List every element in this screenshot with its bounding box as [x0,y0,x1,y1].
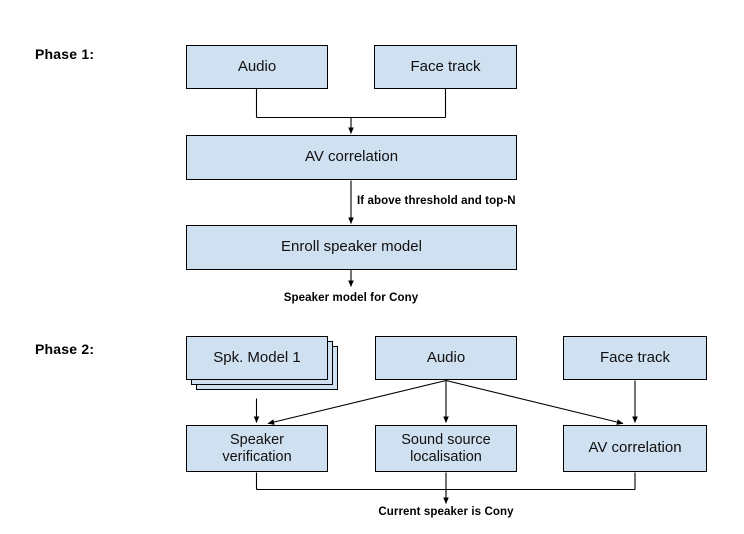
edge-label-threshold: If above threshold and top-N [357,195,516,207]
phase-2-label: Phase 2: [35,341,95,357]
node-p1-enroll-speaker-model-label: Enroll speaker model [281,238,422,256]
node-p2-sound-source-localisation[interactable]: Sound source localisation [375,425,517,472]
node-p2-speaker-verification-line1: Speaker [229,431,284,448]
node-p2-face-track-label: Face track [599,348,671,366]
node-p2-audio-label: Audio [426,348,466,366]
node-p2-spk-model-label: Spk. Model 1 [213,348,301,366]
node-p2-speaker-verification-label: Speaker verification [222,432,291,465]
node-p1-face-track[interactable]: Face track [374,45,517,89]
node-p1-audio-label: Audio [237,57,277,75]
diagram-canvas: Phase 1: Audio Face track AV correlation… [0,0,744,534]
node-p2-speaker-verification[interactable]: Speaker verification [186,425,328,472]
node-p1-av-correlation-label: AV correlation [304,148,399,166]
phase-1-label: Phase 1: [35,46,95,62]
edge-label-p1-output: Speaker model for Cony [283,292,419,304]
node-p2-sound-source-localisation-line1: Sound source [401,431,491,448]
node-p2-audio[interactable]: Audio [375,336,517,380]
node-p2-face-track[interactable]: Face track [563,336,707,380]
node-p1-face-track-label: Face track [410,57,481,75]
edge-label-p2-output: Current speaker is Cony [378,506,514,518]
node-p2-av-correlation-label: AV correlation [588,439,682,457]
node-p1-audio[interactable]: Audio [186,45,328,89]
node-p2-av-correlation[interactable]: AV correlation [563,425,707,472]
node-p2-speaker-verification-line2: verification [222,448,292,465]
node-p2-sound-source-localisation-line2: localisation [410,448,482,465]
node-p2-spk-model[interactable]: Spk. Model 1 [186,336,328,380]
edge-p2-audio-to-avcorrelation [445,379,624,425]
node-p1-enroll-speaker-model[interactable]: Enroll speaker model [186,225,517,270]
node-p1-av-correlation[interactable]: AV correlation [186,135,517,180]
node-p2-sound-source-localisation-label: Sound source localisation [401,432,490,465]
